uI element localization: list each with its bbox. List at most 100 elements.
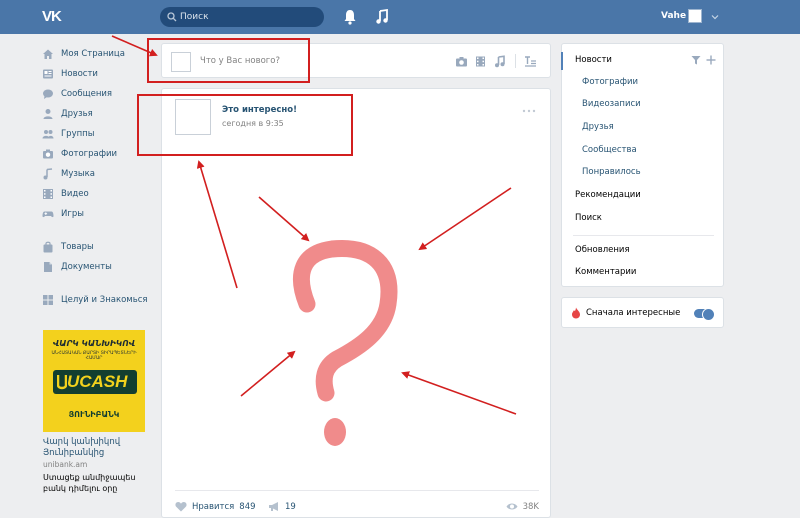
sidebar-item-news[interactable]: Новости <box>42 64 152 84</box>
views-counter: 38K <box>506 501 539 512</box>
filter-updates[interactable]: Обновления <box>575 245 630 255</box>
bell-icon[interactable] <box>343 9 357 25</box>
sidebar-item-music[interactable]: Музыка <box>42 164 152 184</box>
sidebar-divider <box>42 224 152 237</box>
filter-icon[interactable] <box>691 55 701 65</box>
eye-icon <box>506 503 518 510</box>
question-mark-curve <box>292 240 398 402</box>
megaphone-icon <box>269 502 278 511</box>
sidebar-item-market[interactable]: Товары <box>42 237 152 257</box>
sidebar-item-label: Целуй и Знакомься <box>61 295 148 305</box>
gamepad-icon <box>42 211 54 218</box>
post-divider <box>175 490 539 491</box>
sidebar-item-label: Игры <box>61 209 84 219</box>
music-icon <box>43 168 53 180</box>
sidebar-item-label: Музыка <box>61 169 95 179</box>
chevron-down-icon[interactable] <box>711 13 719 21</box>
video-icon <box>43 189 53 199</box>
groups-icon <box>42 130 54 139</box>
ad-description: Ստացեք անմիջապես բանկ դիմելու օրը <box>43 473 136 493</box>
interesting-first-panel: Сначала интересные <box>561 297 724 328</box>
post-actions: Нравится 849 19 38K <box>175 501 539 515</box>
filter-recommendations[interactable]: Рекомендации <box>575 190 641 200</box>
composer-tools <box>449 54 537 68</box>
filter-friends[interactable]: Друзья <box>582 122 614 132</box>
sidebar-item-app[interactable]: Целуй и Знакомься <box>42 290 152 310</box>
ucash-logo: UCASH <box>53 370 137 394</box>
question-mark-dot <box>324 418 346 446</box>
left-sidebar: Моя Страница Новости Сообщения Друзья Гр… <box>42 44 152 310</box>
music-icon[interactable] <box>493 54 506 68</box>
news-icon <box>43 69 53 79</box>
ad-title[interactable]: Վարկ կանխիկով Յունիբանկից <box>43 437 153 459</box>
ucash-mark-icon <box>57 375 67 390</box>
sidebar-item-label: Группы <box>61 129 95 139</box>
composer-divider <box>515 54 516 68</box>
text-format-icon[interactable] <box>524 55 537 68</box>
sidebar-item-label: Видео <box>61 189 89 199</box>
feed-filter-menu: Новости Фотографии Видеозаписи Друзья Со… <box>561 43 724 287</box>
sidebar-item-my-page[interactable]: Моя Страница <box>42 44 152 64</box>
user-name[interactable]: Vahe <box>661 11 686 21</box>
ad-banner[interactable]: ՎԱՐԿ ԿԱՆԽԻԿՈՎ ԱՆՀԱՏԱԿԱՆ ՔԱՐՏԻ ՏԻՐԱՊԵՏՆԵՐ… <box>43 330 145 432</box>
plus-icon[interactable] <box>706 55 716 65</box>
views-count: 38K <box>522 501 539 512</box>
filter-liked[interactable]: Понравилось <box>582 167 641 177</box>
interesting-first-label: Сначала интересные <box>586 308 681 318</box>
apps-icon <box>43 295 53 305</box>
sidebar-item-label: Фотографии <box>61 149 118 159</box>
ad-banner-title: ՎԱՐԿ ԿԱՆԽԻԿՈՎ <box>52 339 136 348</box>
sidebar-item-messages[interactable]: Сообщения <box>42 84 152 104</box>
sidebar-item-label: Моя Страница <box>61 49 125 59</box>
question-mark-image[interactable] <box>162 89 552 489</box>
filter-news[interactable]: Новости <box>575 55 612 65</box>
filter-photos[interactable]: Фотографии <box>582 77 638 87</box>
camera-icon <box>43 149 53 159</box>
heart-icon <box>175 502 187 512</box>
filter-search[interactable]: Поиск <box>575 213 602 223</box>
sidebar-item-label: Документы <box>61 262 112 272</box>
camera-icon[interactable] <box>455 55 468 68</box>
search-placeholder: Поиск <box>180 12 209 22</box>
document-icon <box>44 262 52 272</box>
menu-divider <box>573 235 714 236</box>
search-icon <box>167 12 177 22</box>
ad-domain: unibank.am <box>43 460 88 469</box>
home-icon <box>43 49 53 59</box>
vk-logo[interactable]: VK <box>42 8 68 26</box>
ad-banner-bank: ՅՈՒՆԻԲԱՆԿ <box>68 410 120 419</box>
sidebar-item-label: Новости <box>61 69 98 79</box>
messages-icon <box>43 89 53 99</box>
search-box[interactable]: Поиск <box>160 7 324 27</box>
sidebar-item-video[interactable]: Видео <box>42 184 152 204</box>
video-icon[interactable] <box>474 55 487 68</box>
sidebar-item-documents[interactable]: Документы <box>42 257 152 277</box>
filter-comments[interactable]: Комментарии <box>575 267 636 277</box>
like-label: Нравится <box>192 501 235 512</box>
share-count: 19 <box>285 501 296 512</box>
user-avatar[interactable] <box>688 9 702 23</box>
composer-placeholder: Что у Вас нового? <box>200 56 280 66</box>
like-button[interactable]: Нравится 849 <box>175 501 256 512</box>
active-indicator <box>561 52 563 70</box>
friends-icon <box>43 109 53 119</box>
bag-icon <box>43 241 53 253</box>
sidebar-item-photos[interactable]: Фотографии <box>42 144 152 164</box>
interesting-first-toggle[interactable] <box>694 307 715 321</box>
sidebar-item-friends[interactable]: Друзья <box>42 104 152 124</box>
sidebar-item-label: Товары <box>61 242 94 252</box>
sidebar-divider <box>42 277 152 290</box>
like-count: 849 <box>239 501 256 512</box>
composer-avatar <box>171 52 191 72</box>
music-header-icon[interactable] <box>375 9 389 25</box>
sidebar-item-groups[interactable]: Группы <box>42 124 152 144</box>
ucash-text: UCASH <box>67 372 128 391</box>
sidebar-item-games[interactable]: Игры <box>42 204 152 224</box>
top-bar: VK Поиск Vahe <box>0 0 800 34</box>
share-button[interactable]: 19 <box>268 501 296 512</box>
filter-communities[interactable]: Сообщества <box>582 145 637 155</box>
post-composer[interactable]: Что у Вас нового? <box>161 43 551 78</box>
filter-videos[interactable]: Видеозаписи <box>582 99 641 109</box>
sidebar-item-label: Друзья <box>61 109 93 119</box>
feed-post: Это интересно! сегодня в 9:35 Нравится 8… <box>161 88 551 518</box>
